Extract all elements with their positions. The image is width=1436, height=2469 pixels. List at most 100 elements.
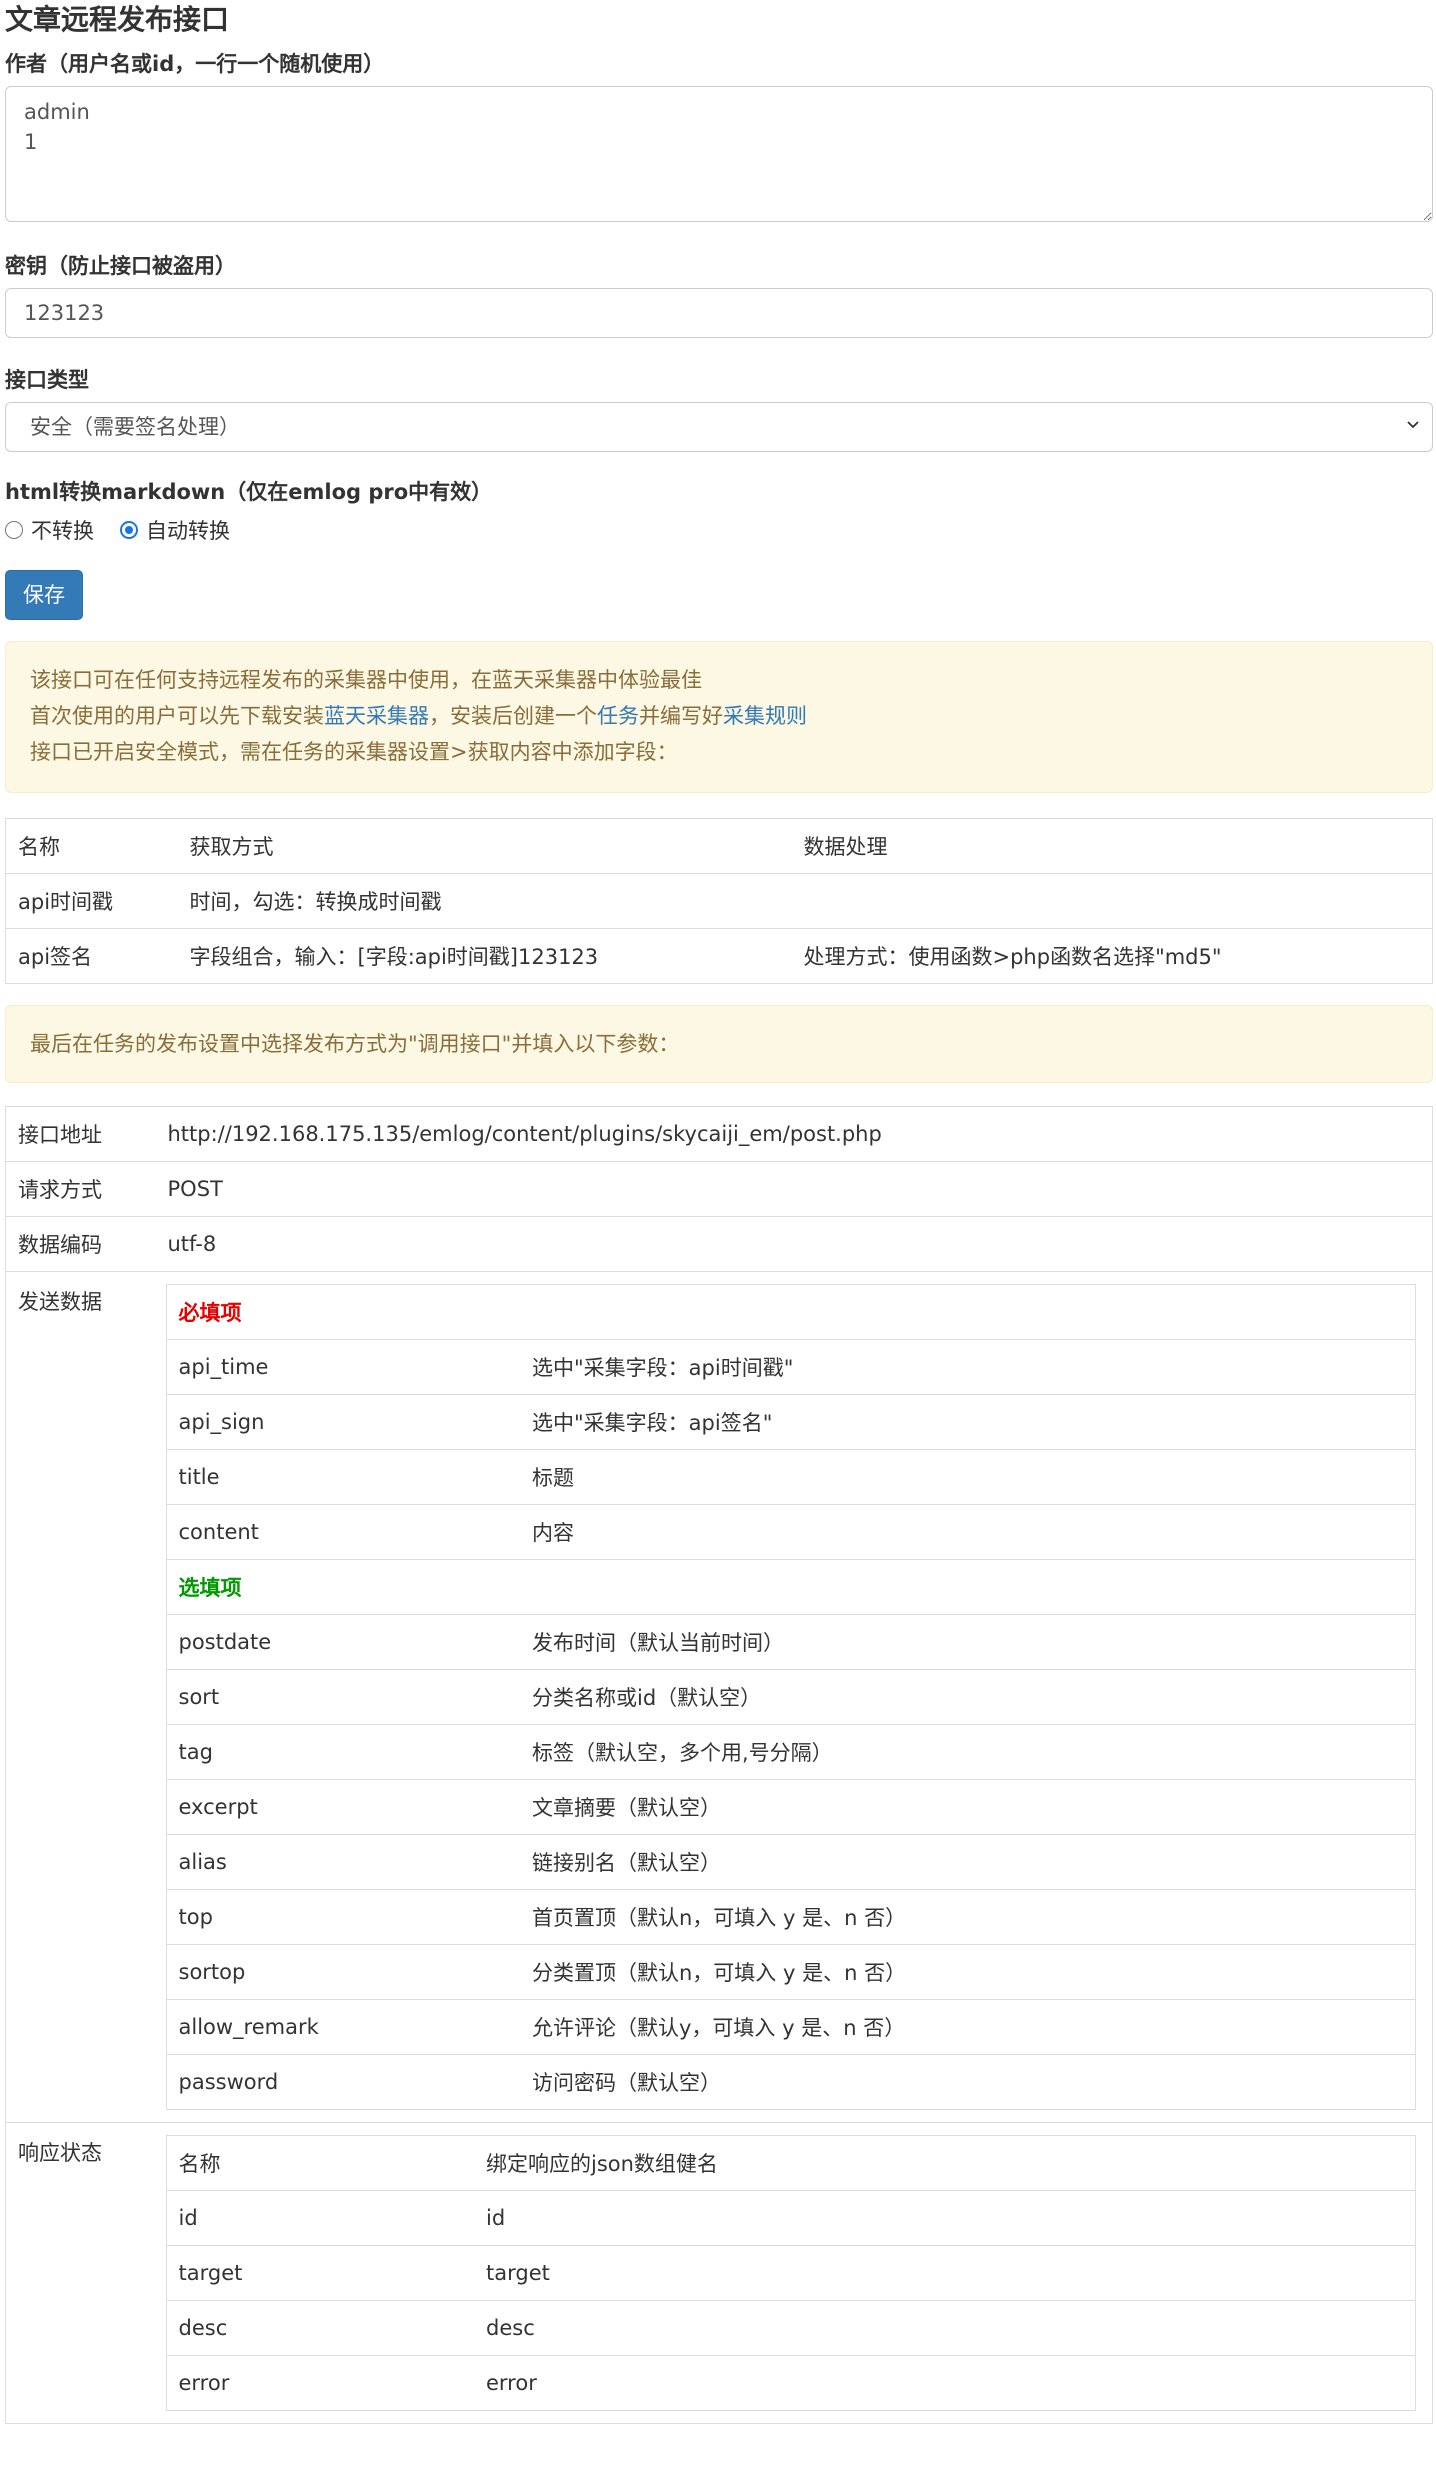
table-row: top 首页置顶（默认n，可填入 y 是、n 否） [166, 1889, 1415, 1945]
table-row: allow_remark 允许评论（默认y，可填入 y 是、n 否） [166, 1999, 1415, 2055]
markdown-radio-group: 不转换 自动转换 [5, 512, 1431, 548]
optional-section-title: 选填项 [166, 1559, 1415, 1615]
page-title: 文章远程发布接口 [5, 3, 230, 36]
field-desc: 发布时间（默认当前时间） [520, 1614, 1415, 1670]
field-name: allow_remark [166, 1999, 520, 2055]
api-type-select[interactable]: 安全（需要签名处理） [5, 402, 1433, 452]
table-header-row: 名称 获取方式 数据处理 [6, 819, 1433, 874]
task-link[interactable]: 任务 [597, 704, 639, 728]
notice-text: 并编写好 [639, 704, 723, 728]
skycaiji-download-link[interactable]: 蓝天采集器 [324, 704, 429, 728]
param-key: 发送数据 [5, 1271, 156, 2123]
chevron-down-icon [1407, 421, 1419, 429]
param-value-url: http://192.168.175.135/emlog/content/plu… [167, 1122, 882, 1146]
field-name: password [166, 2054, 520, 2110]
save-button[interactable]: 保存 [5, 570, 83, 620]
radio-no-convert[interactable]: 不转换 [5, 515, 94, 545]
param-value-encoding: utf-8 [155, 1216, 1433, 1272]
table-row: 请求方式 POST [5, 1161, 1433, 1217]
table-row: alias 链接别名（默认空） [166, 1834, 1415, 1890]
notice-line-3: 接口已开启安全模式，需在任务的采集器设置>获取内容中添加字段： [30, 740, 678, 764]
radio-label: 不转换 [31, 519, 94, 543]
header-cell: 名称 [178, 2152, 221, 2176]
table-row: error error [166, 2355, 1415, 2411]
notice-text: 首次使用的用户可以先下载安装 [30, 704, 324, 728]
table-row: api_sign 选中"采集字段：api签名" [166, 1394, 1415, 1450]
table-row: sortop 分类置顶（默认n，可填入 y 是、n 否） [166, 1944, 1415, 2000]
author-label: 作者（用户名或id，一行一个随机使用） [5, 52, 385, 76]
table-row: api签名 字段组合，输入：[字段:api时间戳]123123 处理方式：使用函… [5, 928, 1433, 984]
response-cell: 名称 绑定响应的json数组健名 id id target target desc de… [155, 2122, 1433, 2424]
response-name: target [166, 2245, 474, 2301]
table-row: tag 标签（默认空，多个用,号分隔） [166, 1724, 1415, 1780]
table-cell: 时间，勾选：转换成时间戳 [177, 873, 792, 929]
section-row: 必填项 [166, 1285, 1415, 1340]
required-section-title: 必填项 [178, 1301, 242, 1325]
table-row: desc desc [166, 2300, 1415, 2356]
send-data-cell: 必填项 api_time 选中"采集字段：api时间戳" api_sign 选中"采… [155, 1271, 1433, 2123]
fields-table: 名称 获取方式 数据处理 api时间戳 时间，勾选：转换成时间戳 api签名 字… [5, 818, 1433, 984]
table-cell: api时间戳 [5, 873, 178, 929]
field-name: tag [166, 1724, 520, 1780]
response-name: id [166, 2190, 474, 2246]
param-key: 响应状态 [5, 2122, 156, 2424]
table-row: sort 分类名称或id（默认空） [166, 1669, 1415, 1725]
field-desc: 分类名称或id（默认空） [520, 1669, 1415, 1725]
collect-rule-link[interactable]: 采集规则 [723, 704, 807, 728]
table-cell: 字段组合，输入：[字段:api时间戳]123123 [177, 928, 792, 984]
secret-label: 密钥（防止接口被盗用） [5, 254, 236, 278]
header-cell: 获取方式 [189, 835, 274, 859]
param-key: 接口地址 [18, 1123, 102, 1147]
page: 文章远程发布接口 作者（用户名或id，一行一个随机使用） admin 1 密钥（… [0, 0, 1436, 2424]
field-name: sortop [166, 1944, 520, 2000]
field-name: alias [166, 1834, 520, 1890]
api-type-selected-value: 安全（需要签名处理） [30, 415, 240, 439]
field-desc: 标题 [520, 1449, 1415, 1505]
field-desc: 首页置顶（默认n，可填入 y 是、n 否） [520, 1889, 1415, 1945]
table-cell [791, 873, 1433, 929]
field-desc: 标签（默认空，多个用,号分隔） [520, 1724, 1415, 1780]
field-desc: 分类置顶（默认n，可填入 y 是、n 否） [520, 1944, 1415, 2000]
field-name: excerpt [166, 1779, 520, 1835]
field-name: title [166, 1449, 520, 1505]
header-cell: 绑定响应的json数组健名 [486, 2152, 718, 2176]
header-cell: 名称 [18, 835, 60, 859]
field-desc: 选中"采集字段：api签名" [520, 1394, 1415, 1450]
radio-circle[interactable] [5, 521, 23, 539]
section-row: 选填项 [166, 1559, 1415, 1615]
field-desc: 链接别名（默认空） [520, 1834, 1415, 1890]
response-key: id [474, 2190, 1415, 2246]
field-name: content [166, 1504, 520, 1560]
table-cell: api签名 [5, 928, 178, 984]
field-desc: 内容 [520, 1504, 1415, 1560]
usage-notice: 该接口可在任何支持远程发布的采集器中使用，在蓝天采集器中体验最佳 首次使用的用户… [5, 641, 1433, 793]
table-row: 发送数据 必填项 api_time 选中"采集字段：api时间戳" api_sig… [5, 1271, 1433, 2123]
field-name: top [166, 1889, 520, 1945]
table-row: target target [166, 2245, 1415, 2301]
secret-input[interactable] [5, 288, 1433, 338]
response-key: error [474, 2355, 1415, 2411]
publish-notice: 最后在任务的发布设置中选择发布方式为"调用接口"并填入以下参数： [5, 1005, 1433, 1083]
author-textarea[interactable]: admin 1 [5, 86, 1433, 222]
table-row: postdate 发布时间（默认当前时间） [166, 1614, 1415, 1670]
radio-auto-convert[interactable]: 自动转换 [120, 515, 230, 545]
table-row: 接口地址 http://192.168.175.135/emlog/conten… [6, 1107, 1433, 1162]
param-key: 数据编码 [5, 1216, 156, 1272]
field-name: api_sign [166, 1394, 520, 1450]
table-row: password 访问密码（默认空） [166, 2054, 1415, 2110]
response-name: error [166, 2355, 474, 2411]
field-desc: 允许评论（默认y，可填入 y 是、n 否） [520, 1999, 1415, 2055]
field-desc: 文章摘要（默认空） [520, 1779, 1415, 1835]
radio-circle-checked[interactable] [120, 521, 138, 539]
api-type-label: 接口类型 [5, 368, 89, 392]
field-desc: 选中"采集字段：api时间戳" [520, 1339, 1415, 1395]
notice-text: ，安装后创建一个 [429, 704, 597, 728]
response-key: desc [474, 2300, 1415, 2356]
send-data-table: 必填项 api_time 选中"采集字段：api时间戳" api_sign 选中"采… [165, 1284, 1416, 2110]
table-row: excerpt 文章摘要（默认空） [166, 1779, 1415, 1835]
table-row: 数据编码 utf-8 [5, 1216, 1433, 1272]
param-key: 请求方式 [5, 1161, 156, 1217]
param-value-method: POST [155, 1161, 1433, 1217]
table-cell: 处理方式：使用函数>php函数名选择"md5" [791, 928, 1433, 984]
header-cell: 数据处理 [803, 835, 888, 859]
